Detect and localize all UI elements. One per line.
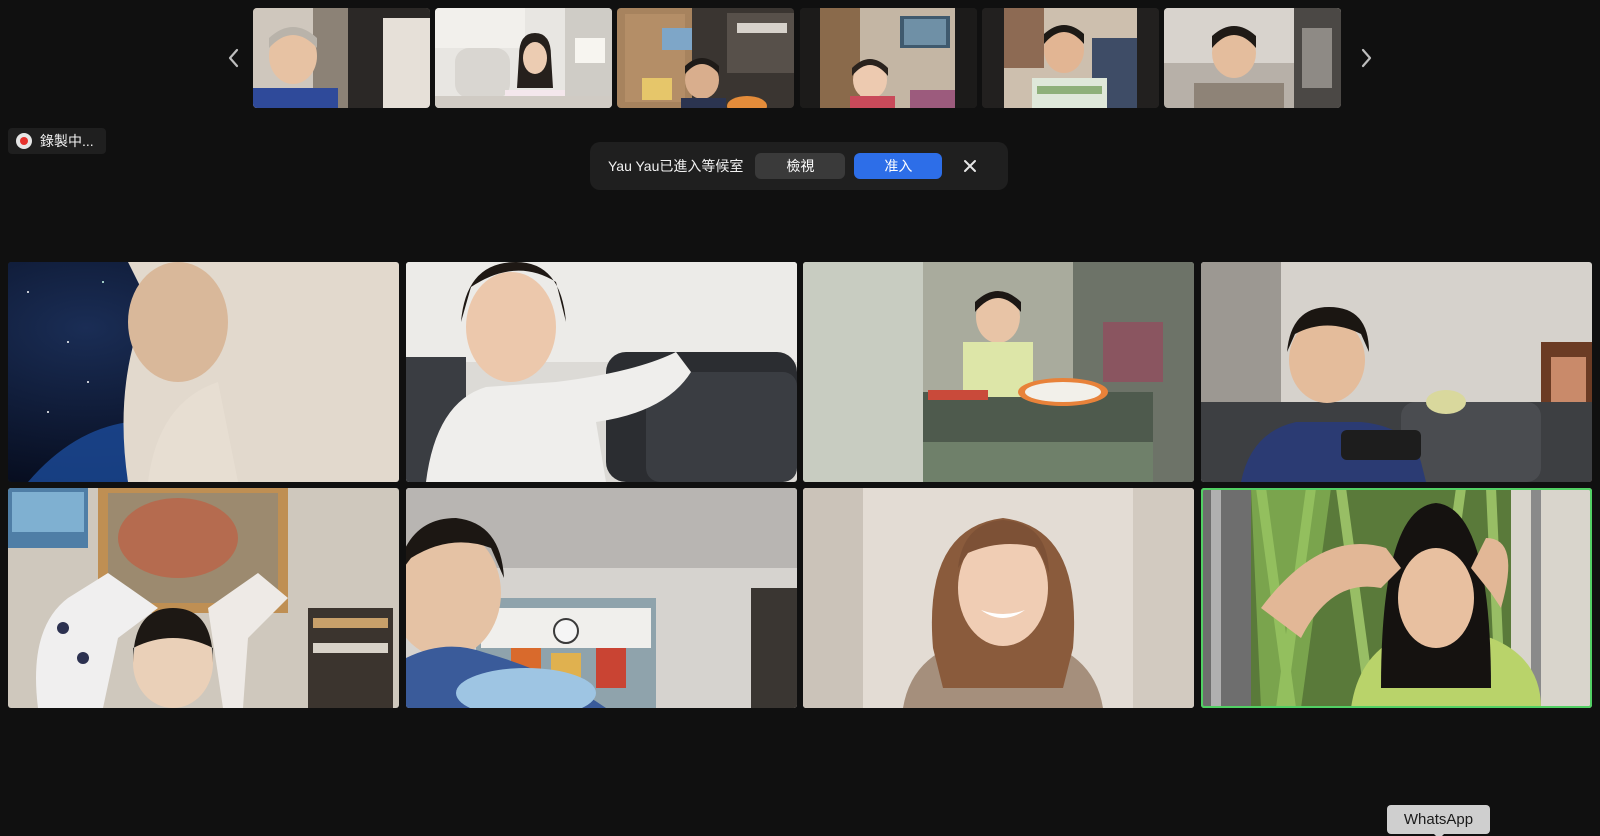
chevron-left-icon[interactable] <box>219 44 247 72</box>
participant-video-8-active-speaker[interactable] <box>1201 488 1592 708</box>
view-button[interactable]: 檢視 <box>755 153 846 179</box>
participant-video-3[interactable] <box>803 262 1194 482</box>
recording-label: 錄製中... <box>40 133 94 149</box>
meeting-window: 錄製中... Yau Yau已進入等候室 檢視 准入 WhatsApp <box>0 0 1600 836</box>
participant-video-2[interactable] <box>406 262 797 482</box>
chevron-right-icon[interactable] <box>1353 44 1381 72</box>
participant-thumbnail-5[interactable] <box>982 8 1159 108</box>
participant-video-4[interactable] <box>1201 262 1592 482</box>
participant-video-5[interactable] <box>8 488 399 708</box>
waiting-room-message: Yau Yau已進入等候室 <box>608 158 744 174</box>
whatsapp-tooltip: WhatsApp <box>1387 805 1490 836</box>
participant-thumbnail-1[interactable] <box>253 8 430 108</box>
participant-thumbnail-2[interactable] <box>435 8 612 108</box>
record-dot-icon <box>16 133 32 149</box>
participant-video-7[interactable] <box>803 488 1194 708</box>
admit-button[interactable]: 准入 <box>854 153 943 179</box>
participant-video-6[interactable] <box>406 488 797 708</box>
participant-video-1[interactable] <box>8 262 399 482</box>
close-icon[interactable] <box>958 154 982 178</box>
participant-thumbnail-4[interactable] <box>800 8 977 108</box>
participant-thumbnail-6[interactable] <box>1164 8 1341 108</box>
recording-indicator[interactable]: 錄製中... <box>8 128 106 154</box>
waiting-room-notification: Yau Yau已進入等候室 檢視 准入 <box>590 142 1008 190</box>
participant-thumbnail-3[interactable] <box>617 8 794 108</box>
